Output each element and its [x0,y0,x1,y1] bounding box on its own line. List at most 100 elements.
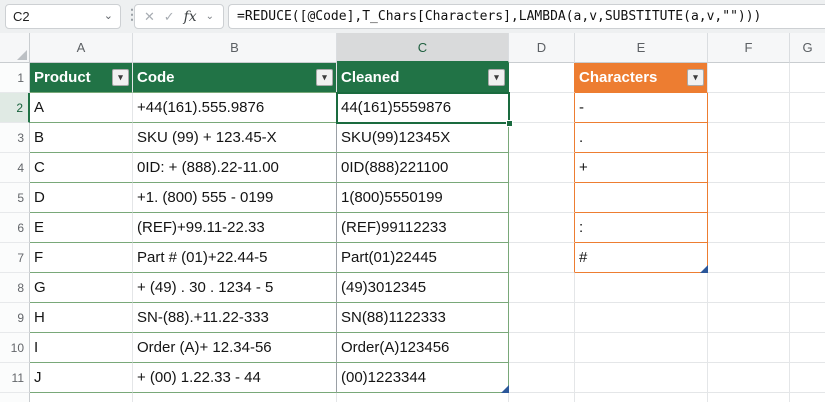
column-header-a[interactable]: A [30,33,133,63]
cell-f10[interactable] [708,333,790,363]
cell-d12[interactable] [509,393,575,402]
cell-e8[interactable] [575,273,708,303]
cell-f5[interactable] [708,183,790,213]
column-header-f[interactable]: F [708,33,790,63]
row-header-2[interactable]: 2 [0,93,30,123]
column-header-e[interactable]: E [575,33,708,63]
cell-c11[interactable]: (00)1223344 [337,363,509,393]
column-header-c[interactable]: C [337,33,509,63]
cell-a10[interactable]: I [30,333,133,363]
cell-b7[interactable]: Part # (01)+22.44-5 [133,243,337,273]
cell-a9[interactable]: H [30,303,133,333]
cell-c7[interactable]: Part(01)22445 [337,243,509,273]
row-header-12[interactable]: 12 [0,393,30,402]
column-header-b[interactable]: B [133,33,337,63]
cell-e5[interactable] [575,183,708,213]
cell-d2[interactable] [509,93,575,123]
insert-function-icon[interactable]: fx [184,9,197,25]
table-resize-handle-icon[interactable] [501,385,509,393]
cell-c8[interactable]: (49)3012345 [337,273,509,303]
cell-b5[interactable]: +1. (800) 555 - 0199 [133,183,337,213]
cell-e2[interactable]: - [575,93,708,123]
chevron-down-icon[interactable]: ⌄ [206,11,214,22]
cell-g9[interactable] [790,303,825,333]
cell-e11[interactable] [575,363,708,393]
cell-b4[interactable]: 0ID: + (888).22-11.00 [133,153,337,183]
cell-d4[interactable] [509,153,575,183]
cell-d7[interactable] [509,243,575,273]
row-header-10[interactable]: 10 [0,333,30,363]
filter-dropdown-icon[interactable]: ▾ [112,69,129,86]
cell-g11[interactable] [790,363,825,393]
cell-e9[interactable] [575,303,708,333]
filter-dropdown-icon[interactable]: ▾ [687,69,704,86]
cell-c5[interactable]: 1(800)5550199 [337,183,509,213]
cell-a2[interactable]: A [30,93,133,123]
cell-e1-characters-header[interactable]: Characters ▾ [575,63,708,93]
cell-c4[interactable]: 0ID(888)221100 [337,153,509,183]
formula-input[interactable]: =REDUCE([@Code],T_Chars[Characters],LAMB… [228,4,825,29]
select-all-button[interactable] [0,33,30,63]
cell-a12[interactable] [30,393,133,402]
column-header-g[interactable]: G [790,33,825,63]
cell-f1[interactable] [708,63,790,93]
cell-f7[interactable] [708,243,790,273]
cell-e4[interactable]: + [575,153,708,183]
cell-f3[interactable] [708,123,790,153]
cell-c9[interactable]: SN(88)1122333 [337,303,509,333]
cell-d9[interactable] [509,303,575,333]
cancel-icon[interactable]: ✕ [144,9,155,25]
row-header-4[interactable]: 4 [0,153,30,183]
cell-e3[interactable]: . [575,123,708,153]
cell-c3[interactable]: SKU(99)12345X [337,123,509,153]
cell-b11[interactable]: + (00) 1.22.33 - 44 [133,363,337,393]
row-header-1[interactable]: 1 [0,63,30,93]
cell-b6[interactable]: (REF)+99.11-22.33 [133,213,337,243]
column-header-d[interactable]: D [509,33,575,63]
cell-b10[interactable]: Order (A)+ 12.34-56 [133,333,337,363]
cell-d1[interactable] [509,63,575,93]
cell-a6[interactable]: E [30,213,133,243]
cell-a3[interactable]: B [30,123,133,153]
cell-d6[interactable] [509,213,575,243]
cell-b9[interactable]: SN-(88).+11.22-333 [133,303,337,333]
cell-c1-cleaned-header[interactable]: Cleaned ▾ [337,63,509,93]
cell-g6[interactable] [790,213,825,243]
cell-g1[interactable] [790,63,825,93]
cell-e6[interactable]: : [575,213,708,243]
cell-g3[interactable] [790,123,825,153]
row-header-3[interactable]: 3 [0,123,30,153]
enter-icon[interactable]: ✓ [164,9,175,25]
cell-f2[interactable] [708,93,790,123]
cell-d11[interactable] [509,363,575,393]
row-header-11[interactable]: 11 [0,363,30,393]
cell-d5[interactable] [509,183,575,213]
filter-dropdown-icon[interactable]: ▾ [316,69,333,86]
cell-a1-product-header[interactable]: Product ▾ [30,63,133,93]
cell-g12[interactable] [790,393,825,402]
cell-d3[interactable] [509,123,575,153]
chevron-down-icon[interactable]: ⌄ [104,11,113,22]
row-header-8[interactable]: 8 [0,273,30,303]
cell-f8[interactable] [708,273,790,303]
cell-b8[interactable]: + (49) . 30 . 1234 - 5 [133,273,337,303]
cell-a4[interactable]: C [30,153,133,183]
filter-dropdown-icon[interactable]: ▾ [488,69,505,86]
cell-f9[interactable] [708,303,790,333]
cell-b2[interactable]: +44(161).555.9876 [133,93,337,123]
cell-a11[interactable]: J [30,363,133,393]
cell-c10[interactable]: Order(A)123456 [337,333,509,363]
cell-g2[interactable] [790,93,825,123]
name-box[interactable]: C2 ⌄ [5,4,121,29]
cell-d10[interactable] [509,333,575,363]
cell-b1-code-header[interactable]: Code ▾ [133,63,337,93]
cell-f12[interactable] [708,393,790,402]
cell-g8[interactable] [790,273,825,303]
cell-c12[interactable] [337,393,509,402]
cell-c6[interactable]: (REF)99112233 [337,213,509,243]
cell-f6[interactable] [708,213,790,243]
cell-b3[interactable]: SKU (99) + 123.45-X [133,123,337,153]
cell-g10[interactable] [790,333,825,363]
cell-e7[interactable]: # [575,243,708,273]
cell-e12[interactable] [575,393,708,402]
